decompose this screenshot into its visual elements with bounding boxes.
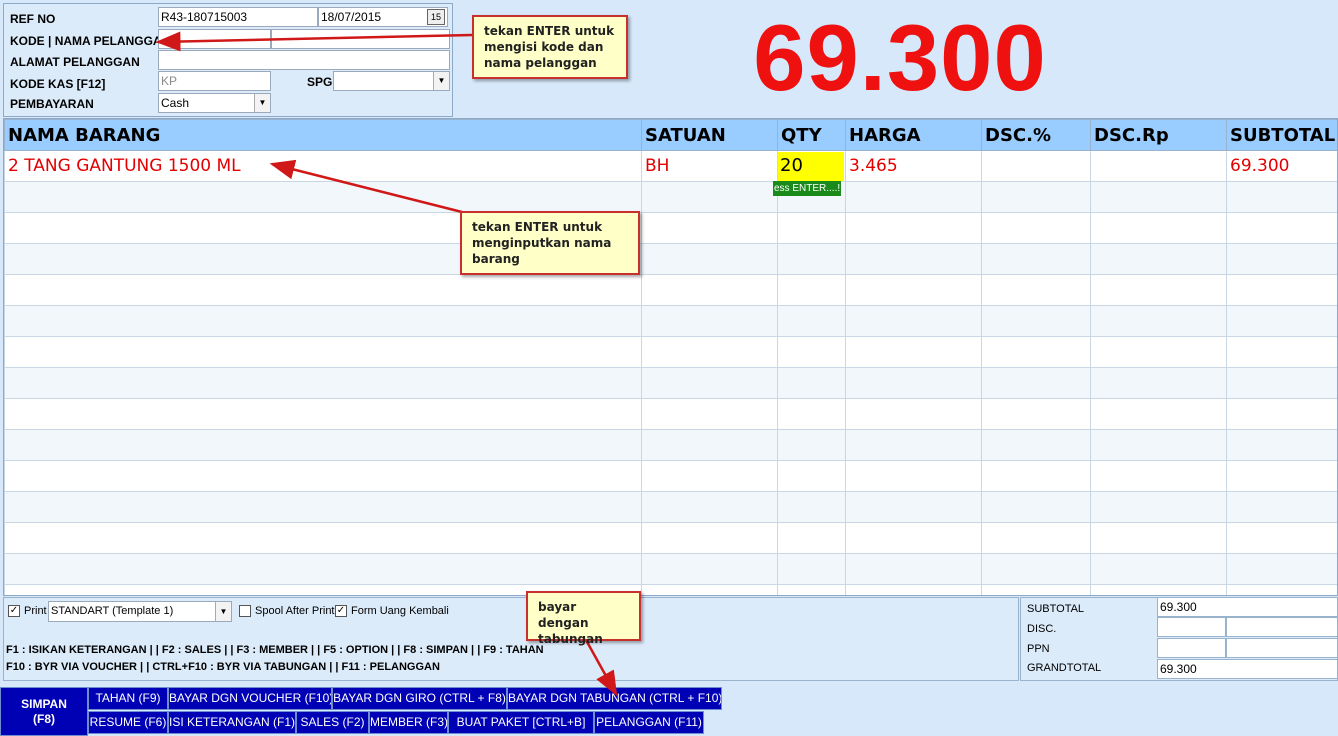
annotation-arrows — [155, 31, 636, 697]
arrow-barang — [269, 159, 463, 214]
arrow-tabungan — [584, 639, 618, 697]
callout-barang: tekan ENTER untuk menginputkan nama bara… — [460, 211, 640, 275]
callout-tabungan: bayar dengan tabungan — [526, 591, 641, 646]
callout-pelanggan: tekan ENTER untuk mengisi kode dan nama … — [472, 15, 628, 79]
arrow-pelanggan — [155, 31, 473, 52]
